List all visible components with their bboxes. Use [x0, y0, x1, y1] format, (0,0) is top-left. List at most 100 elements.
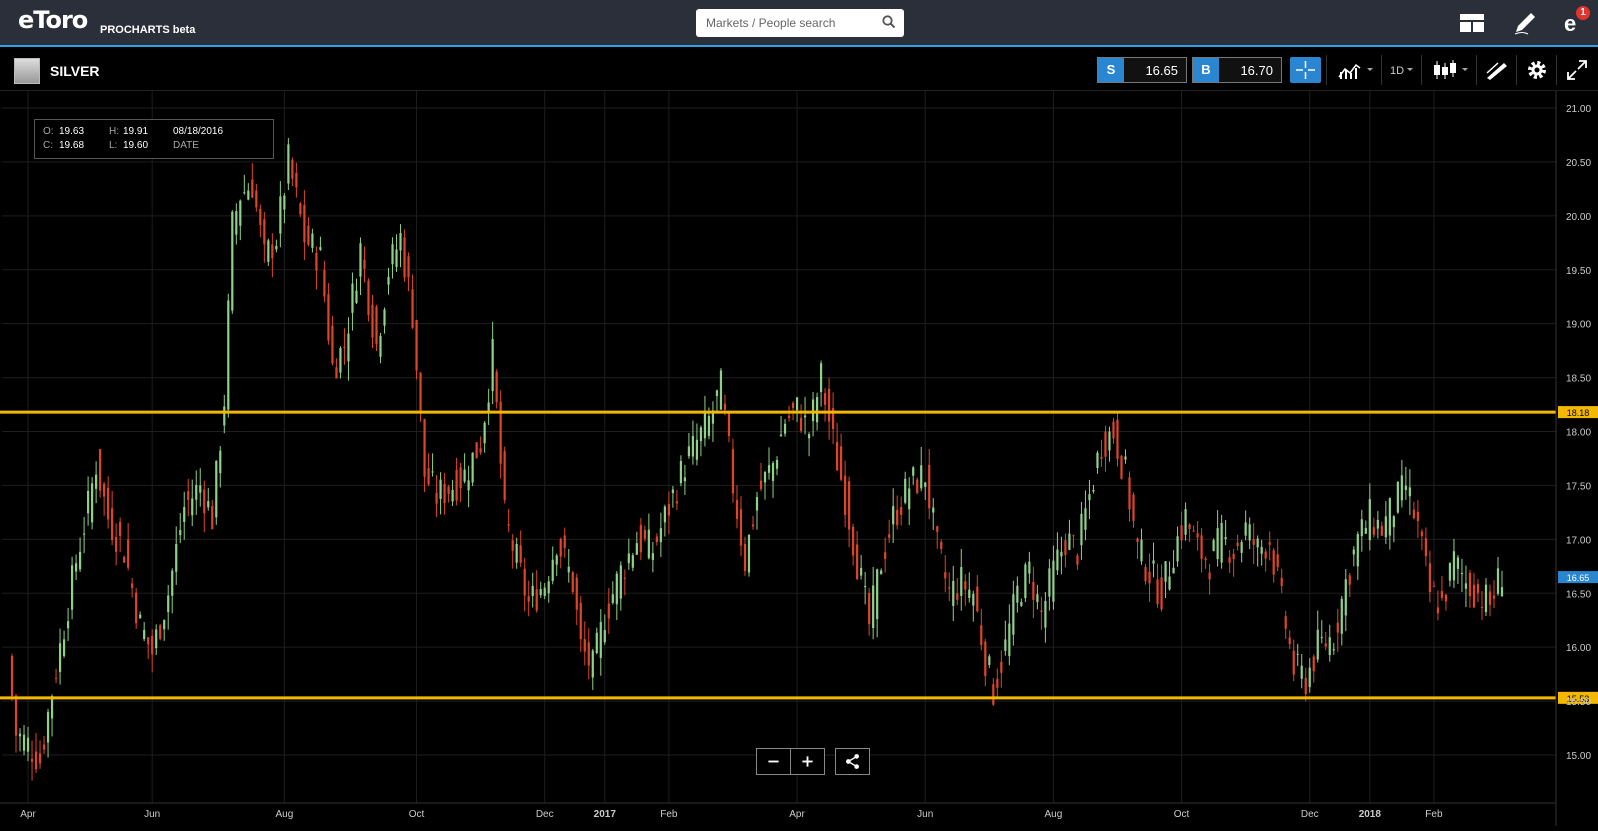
candle-body: [727, 412, 731, 437]
layout-icon[interactable]: [1459, 10, 1485, 36]
candle-body: [615, 573, 618, 605]
candle-body: [1444, 594, 1448, 602]
candle-body: [1008, 623, 1011, 657]
candle-body: [1416, 511, 1419, 522]
candle-body: [1172, 567, 1175, 574]
candle-body: [980, 625, 983, 645]
candlestick-type-icon[interactable]: [1431, 57, 1471, 83]
candle-body: [83, 533, 86, 535]
candle-body: [1348, 575, 1351, 585]
candle-body: [1032, 582, 1035, 600]
candle-body: [263, 219, 266, 245]
candle-body: [916, 479, 919, 494]
close-value: 19.68: [59, 140, 85, 151]
candle-body: [479, 448, 482, 453]
candle-body: [523, 568, 526, 596]
candle-body: [527, 596, 530, 602]
buy-button[interactable]: B 16.70: [1192, 57, 1282, 83]
candle-body: [1220, 522, 1223, 563]
candle-body: [455, 469, 458, 501]
candle-body: [1136, 538, 1139, 542]
candle-body: [803, 415, 807, 418]
candle-body: [367, 280, 370, 316]
candle-body: [335, 367, 338, 379]
candle-body: [1192, 530, 1195, 532]
candle-body: [972, 593, 975, 606]
candle-body: [663, 506, 666, 523]
timeframe-selector[interactable]: 1D: [1390, 65, 1404, 77]
candle-body: [127, 539, 130, 568]
candle-body: [259, 208, 262, 226]
candle-body: [968, 589, 971, 598]
candle-body: [904, 478, 907, 503]
candle-body: [619, 565, 622, 599]
candle-body: [1396, 481, 1399, 513]
instrument-name: SILVER: [50, 63, 100, 79]
price-tick-label: 19.50: [1566, 266, 1591, 277]
candle-body: [363, 259, 366, 269]
zoom-out-button[interactable]: [756, 748, 791, 775]
candle-body: [1224, 537, 1227, 540]
etoro-logo[interactable]: eToro: [18, 6, 88, 34]
candle-body: [331, 325, 334, 364]
sell-button[interactable]: S 16.65: [1097, 57, 1187, 83]
time-tick-label: 2018: [1359, 809, 1382, 820]
candle-body: [211, 506, 214, 530]
candle-body: [1460, 573, 1464, 575]
share-icon[interactable]: [835, 748, 870, 775]
candle-body: [956, 593, 959, 600]
candle-body: [399, 233, 402, 251]
candle-body: [1324, 643, 1327, 647]
candle-body: [1088, 494, 1091, 501]
search-input[interactable]: Markets / People search: [696, 9, 904, 37]
candle-body: [447, 486, 450, 494]
candle-body: [1140, 539, 1143, 562]
chart-canvas[interactable]: 18.1815.5316.65 15.0015.5016.0016.5017.0…: [0, 91, 1598, 826]
candle-body: [715, 390, 719, 396]
candle-body: [655, 536, 658, 542]
candle-body: [54, 677, 58, 679]
candle-body: [175, 544, 178, 572]
candle-body: [1020, 602, 1023, 606]
procharts-label: PROCHARTS beta: [100, 24, 196, 36]
crosshair-button[interactable]: [1290, 57, 1321, 83]
candle-body: [131, 583, 134, 589]
candle-body: [1480, 606, 1484, 609]
drawing-tools-icon[interactable]: [1484, 57, 1510, 83]
ohlc-info-box: O: 19.63 H: 19.91 08/18/2016 C: 19.68 L:…: [34, 119, 274, 159]
candle-body: [231, 211, 234, 311]
candle-body: [1400, 475, 1403, 501]
zoom-in-button[interactable]: [790, 748, 825, 775]
settings-gear-icon[interactable]: [1524, 57, 1550, 83]
candle-body: [543, 587, 546, 596]
price-chart[interactable]: 18.18 15.53 16.65 15.00 15.50 16.00 16.50 17.0…: [0, 91, 1598, 826]
pencil-icon[interactable]: [1512, 10, 1538, 36]
candle-body: [115, 537, 118, 552]
candle-body: [247, 190, 250, 200]
candle-body: [651, 553, 654, 560]
candle-body: [1468, 572, 1472, 597]
candle-body: [996, 678, 999, 688]
candle-body: [471, 452, 474, 483]
candle-body: [1452, 551, 1456, 581]
candle-body: [10, 655, 14, 697]
candle-body: [111, 508, 114, 541]
candle-body: [1500, 587, 1504, 597]
indicators-icon[interactable]: [1336, 57, 1376, 83]
candle-body: [771, 463, 775, 481]
candle-body: [888, 534, 891, 538]
candle-body: [932, 507, 935, 513]
candle-body: [387, 276, 390, 285]
timeframe-chevron-down-icon[interactable]: [1405, 57, 1417, 83]
candle-body: [583, 639, 586, 652]
buy-price: 16.70: [1240, 63, 1273, 78]
candle-body: [691, 436, 695, 457]
time-tick-label: 2017: [594, 809, 617, 820]
candle-body: [1364, 527, 1367, 534]
candle-body: [595, 632, 598, 654]
candle-body: [1256, 538, 1259, 548]
candle-body: [487, 402, 490, 412]
fullscreen-expand-icon[interactable]: [1564, 57, 1590, 83]
candle-body: [251, 179, 254, 198]
search-icon[interactable]: [882, 15, 896, 29]
